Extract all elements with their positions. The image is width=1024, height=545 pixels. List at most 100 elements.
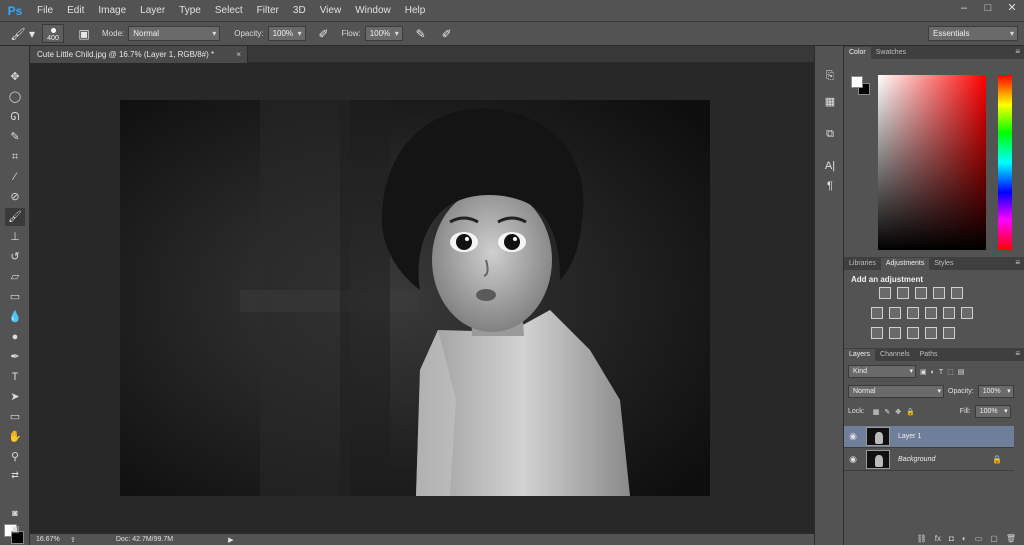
menu-view[interactable]: View [313,0,349,21]
mode-select[interactable]: Normal [128,26,221,41]
tab-channels[interactable]: Channels [875,349,915,361]
maximize-icon[interactable]: □ [976,0,1000,18]
brush-tool-icon[interactable]: 🖌 [5,208,25,226]
filter-kind-select[interactable]: Kind [848,365,916,378]
clone-stamp-tool-icon[interactable]: ⊥ [5,228,25,246]
menu-edit[interactable]: Edit [60,0,91,21]
group-icon[interactable]: ▭ [975,534,983,543]
panel-menu-icon[interactable]: ≡ [1015,348,1020,360]
eyedropper-tool-icon[interactable]: ⁄ [5,168,25,186]
layer-opacity-field[interactable]: 100% [977,385,1014,398]
type-tool-icon[interactable]: T [5,368,25,386]
blur-tool-icon[interactable]: 💧 [5,308,25,326]
menu-select[interactable]: Select [208,0,250,21]
document-image[interactable] [120,100,710,496]
tab-styles[interactable]: Styles [929,258,958,270]
layer-row[interactable]: ◉ Layer 1 [844,426,1014,448]
filter-icons[interactable]: ▣◐T⬚▤ [920,368,968,376]
menu-filter[interactable]: Filter [250,0,286,21]
character-panel-icon[interactable]: A| [822,158,838,174]
menu-window[interactable]: Window [348,0,398,21]
document-tab[interactable]: Cute Little Child.jpg @ 16.7% (Layer 1, … [30,46,248,63]
threshold-icon[interactable] [907,327,919,339]
crop-tool-icon[interactable]: ⌗ [5,148,25,166]
mask-icon[interactable]: ◘ [949,534,954,543]
selective-color-icon[interactable] [943,327,955,339]
status-menu-icon[interactable]: ▶ [228,536,233,544]
close-tab-icon[interactable]: × [236,46,241,63]
eye-icon[interactable]: ◉ [844,431,862,442]
menu-3d[interactable]: 3D [286,0,313,21]
fill-field[interactable]: 100% [974,405,1011,418]
hue-saturation-icon[interactable] [871,307,883,319]
foreground-color-swatch[interactable] [851,76,863,88]
minimize-icon[interactable]: – [952,0,976,18]
brush-tool-icon[interactable]: 🖌 [8,25,28,43]
airbrush-icon[interactable]: ✎ [411,25,431,43]
eye-icon[interactable]: ◉ [844,454,862,465]
color-balance-icon[interactable] [889,307,901,319]
invert-icon[interactable] [871,327,883,339]
quick-selection-tool-icon[interactable]: ✎ [5,128,25,146]
zoom-tool-icon[interactable]: ⚲ [5,448,25,466]
chevron-down-icon[interactable]: ▾ [28,25,36,43]
history-brush-tool-icon[interactable]: ↺ [5,248,25,266]
tab-paths[interactable]: Paths [915,349,943,361]
menu-image[interactable]: Image [91,0,133,21]
workspace-select[interactable]: Essentials [928,26,1018,41]
gradient-tool-icon[interactable]: ▭ [5,288,25,306]
black-white-icon[interactable] [907,307,919,319]
lock-icons[interactable]: ▦✎✥🔒 [873,408,920,416]
eraser-tool-icon[interactable]: ▱ [5,268,25,286]
panel-menu-icon[interactable]: ≡ [1015,46,1020,58]
brightness-contrast-icon[interactable] [879,287,891,299]
healing-brush-tool-icon[interactable]: ⊘ [5,188,25,206]
canvas-area[interactable] [30,63,814,533]
tab-color[interactable]: Color [844,47,871,59]
levels-icon[interactable] [897,287,909,299]
swap-colors-icon[interactable]: ⇄ [5,466,25,484]
pen-tool-icon[interactable]: ✒ [5,348,25,366]
screen-mode-icon[interactable]: ▣ [5,520,25,538]
pressure-size-icon[interactable]: ✐ [437,25,457,43]
properties-panel-icon[interactable]: ▦ [822,94,838,110]
tab-swatches[interactable]: Swatches [871,47,911,59]
blend-mode-select[interactable]: Normal [848,385,944,398]
tab-adjustments[interactable]: Adjustments [880,258,930,270]
brush-panel-icon[interactable]: ▣ [74,25,94,43]
rectangle-tool-icon[interactable]: ▭ [5,408,25,426]
hand-tool-icon[interactable]: ✋ [5,428,25,446]
vibrance-icon[interactable] [951,287,963,299]
new-layer-icon[interactable]: ▢ [990,534,998,543]
tab-layers[interactable]: Layers [844,349,876,361]
dodge-tool-icon[interactable]: ● [5,328,25,346]
color-field[interactable] [878,75,986,250]
menu-file[interactable]: File [30,0,60,21]
paragraph-panel-icon[interactable]: ¶ [822,178,838,194]
history-panel-icon[interactable]: ⎘ [822,68,838,84]
zoom-level[interactable]: 16.67% [36,536,66,543]
adjustment-icon[interactable]: ◐ [962,534,967,543]
status-export-icon[interactable]: ⇪ [70,536,76,544]
hue-slider[interactable] [998,75,1012,250]
gradient-map-icon[interactable] [925,327,937,339]
brush-presets-icon[interactable]: ⧉ [822,126,838,142]
path-selection-tool-icon[interactable]: ➤ [5,388,25,406]
marquee-tool-icon[interactable]: ◯ [5,88,25,106]
lasso-tool-icon[interactable]: ᘏ [5,108,25,126]
layer-row[interactable]: ◉ Background 🔒 [844,449,1014,471]
fx-icon[interactable]: fx [935,534,941,543]
channel-mixer-icon[interactable] [943,307,955,319]
link-icon[interactable]: ⛓ [917,534,927,543]
pressure-opacity-icon[interactable]: ✐ [314,25,334,43]
menu-layer[interactable]: Layer [133,0,172,21]
opacity-field[interactable]: 100% [267,26,306,41]
menu-help[interactable]: Help [398,0,433,21]
photo-filter-icon[interactable] [925,307,937,319]
flow-field[interactable]: 100% [364,26,403,41]
panel-menu-icon[interactable]: ≡ [1015,257,1020,269]
brush-size-picker[interactable]: 400 [42,24,64,43]
color-lookup-icon[interactable] [961,307,973,319]
menu-type[interactable]: Type [172,0,208,21]
close-icon[interactable]: ✕ [1000,0,1024,18]
